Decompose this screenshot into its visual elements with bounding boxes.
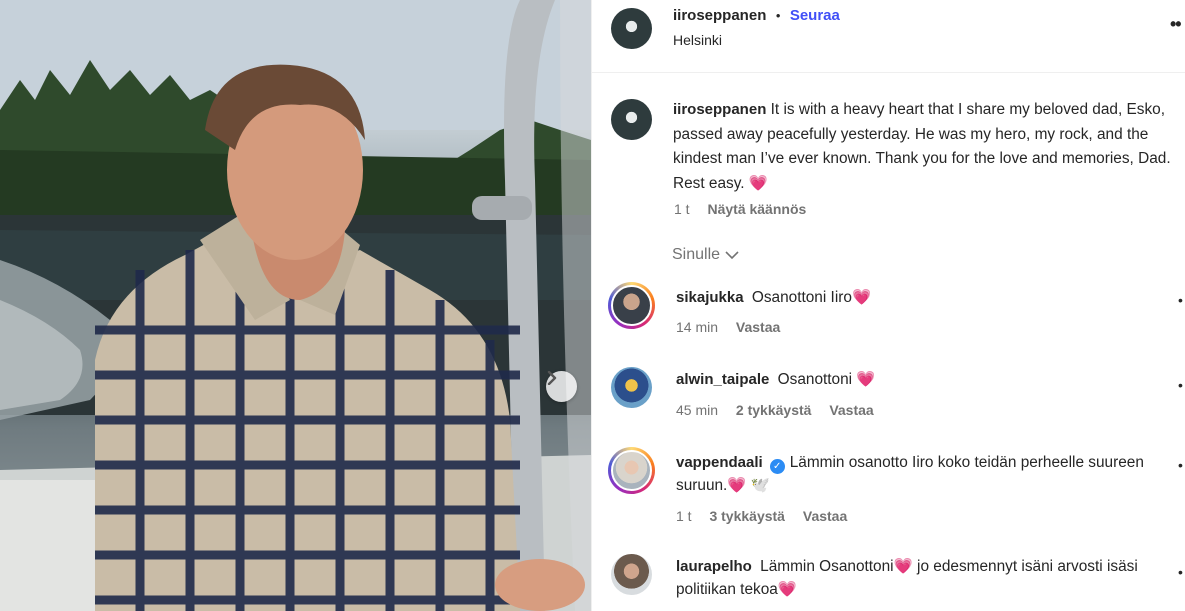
comment-body: vappendaali ✓ Lämmin osanotto Iiro koko te… [676,451,1176,497]
comment-body: alwin_taipale Osanottoni 💗 [676,368,1176,391]
comment-time: 14 min [676,319,719,335]
comment-options-icon[interactable]: • [1178,377,1183,393]
comment-username[interactable]: vappendaali [676,454,763,471]
commenter-avatar[interactable] [611,554,652,595]
verified-badge-icon: ✓ [769,459,785,474]
post-header: iiroseppanen • Seuraa Helsinki •• [592,0,1185,73]
story-ring[interactable] [608,282,655,329]
commenter-avatar [611,285,652,326]
comment-meta: 45 min 2 tykkäystä Vastaa [676,402,874,418]
separator-dot: • [775,8,781,23]
translate-button[interactable]: Näytä käännös [707,201,806,217]
comment-meta: 14 min Vastaa [676,319,780,335]
caption-meta: 1 t Näytä käännös [674,201,806,217]
post-caption: iiroseppanen It is with a heavy heart th… [673,98,1183,196]
story-ring[interactable] [608,447,655,494]
comment-text: Lämmin Osanottoni [760,558,894,575]
author-line: iiroseppanen • Seuraa [673,7,840,25]
author-avatar[interactable] [611,8,652,49]
photo-illustration [0,0,591,611]
caption-avatar[interactable] [611,99,652,140]
reply-button[interactable]: Vastaa [736,319,780,335]
heart-emoji: 💗 [851,289,872,306]
follow-button[interactable]: Seuraa [790,7,840,24]
comment-username[interactable]: sikajukka [676,289,744,306]
reply-button[interactable]: Vastaa [829,402,873,418]
next-image-button[interactable] [546,371,577,402]
comment-body: sikajukka Osanottoni Iiro💗 [676,286,1176,309]
caption-username[interactable]: iiroseppanen [673,101,766,118]
comment-username[interactable]: alwin_taipale [676,371,769,388]
more-options-icon[interactable]: •• [1170,14,1182,35]
comment-options-icon[interactable]: • [1178,564,1183,580]
commenter-avatar[interactable] [611,367,652,408]
sort-label: Sinulle [672,246,721,263]
heart-emoji: 💗 🕊️ [727,477,770,494]
comment-body: laurapelho Lämmin Osanottoni💗 jo edesmen… [676,555,1176,601]
likes-count[interactable]: 2 tykkäystä [736,402,812,418]
post-photo[interactable] [0,0,591,611]
comment-text: Osanottoni [777,371,857,388]
likes-count[interactable]: 3 tykkäystä [709,508,785,524]
comment-text: Osanottoni Iiro [751,289,852,306]
comment-time: 1 t [676,508,692,524]
author-username[interactable]: iiroseppanen [673,7,766,24]
comment-options-icon[interactable]: • [1178,292,1183,308]
location-label[interactable]: Helsinki [673,32,722,48]
heart-emoji: 💗 [777,581,797,598]
comment-time: 45 min [676,402,719,418]
chevron-right-icon [547,371,557,385]
comment-options-icon[interactable]: • [1178,457,1183,473]
heart-emoji: 💗 [748,174,769,192]
comment-sort-dropdown[interactable]: Sinulle [672,246,740,264]
caption-timestamp: 1 t [674,201,690,217]
heart-emoji: 💗 [893,558,913,575]
post-side-panel: iiroseppanen • Seuraa Helsinki •• iirose… [591,0,1185,611]
chevron-down-icon [725,251,739,260]
reply-button[interactable]: Vastaa [803,508,847,524]
comment-meta: 1 t 3 tykkäystä Vastaa [676,508,847,524]
commenter-avatar [611,450,652,491]
heart-emoji: 💗 [856,371,876,388]
comment-username[interactable]: laurapelho [676,558,752,575]
